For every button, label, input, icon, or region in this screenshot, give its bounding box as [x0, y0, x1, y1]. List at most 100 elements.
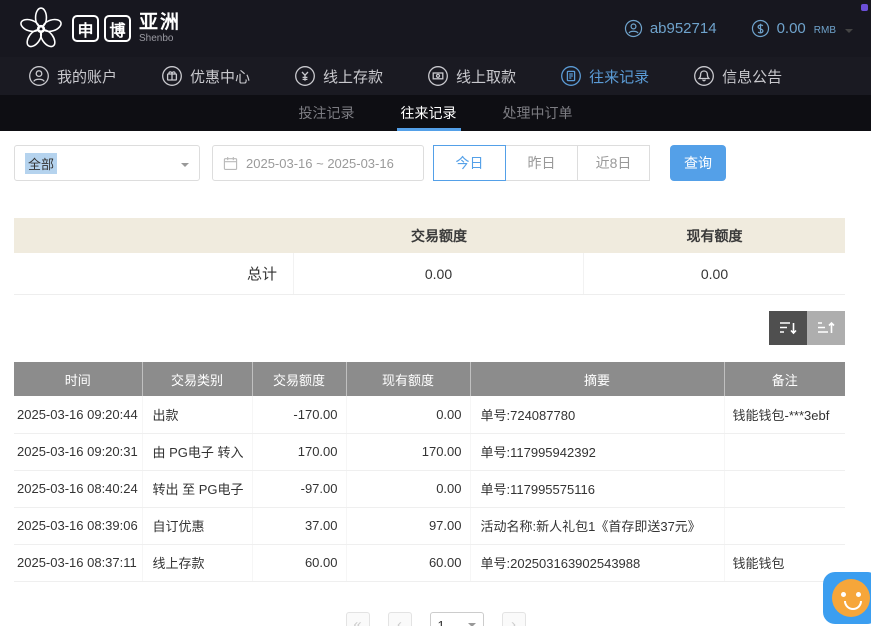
- cell-summary: 单号:117995942392: [470, 433, 724, 470]
- brand-char-2: 博: [104, 15, 131, 42]
- summary-total-row: 总计 0.00 0.00: [14, 253, 845, 295]
- sort-ascending-button[interactable]: [807, 311, 845, 345]
- nav-item-transaction-records[interactable]: 往来记录: [560, 65, 649, 87]
- records-header-row: 时间交易类别交易额度现有额度摘要备注: [14, 362, 845, 396]
- cell-amount: 37.00: [252, 507, 346, 544]
- cell-note: 钱能钱包-***3ebf: [724, 396, 845, 433]
- top-right-account-area: ab952714 0.00 RMB: [624, 19, 853, 38]
- first-page-button[interactable]: «: [346, 612, 370, 626]
- column-header-note: 备注: [724, 362, 845, 396]
- balance-amount: 0.00: [777, 20, 806, 37]
- account-menu[interactable]: ab952714: [624, 19, 717, 38]
- type-select[interactable]: 全部: [14, 145, 200, 181]
- column-header-amount: 交易额度: [252, 362, 346, 396]
- top-bar: 申 博 亚洲 Shenbo ab952714: [0, 0, 871, 57]
- records-body: 2025-03-16 09:20:44出款-170.000.00单号:72408…: [14, 396, 845, 581]
- summary-section: 交易额度 现有额度 总计 0.00 0.00: [14, 218, 845, 295]
- filter-bar: 全部 2025-03-16 ~ 2025-03-16 今日 昨日 近8日 查询: [14, 145, 726, 181]
- prev-page-button[interactable]: ‹: [388, 612, 412, 626]
- date-range-picker[interactable]: 2025-03-16 ~ 2025-03-16: [212, 145, 424, 181]
- cell-note: [724, 470, 845, 507]
- cell-summary: 单号:724087780: [470, 396, 724, 433]
- cell-balance: 170.00: [346, 433, 470, 470]
- nav-label: 线上存款: [323, 66, 383, 87]
- tab-transaction-records[interactable]: 往来记录: [391, 95, 467, 131]
- nav-label: 信息公告: [722, 66, 782, 87]
- cell-time: 2025-03-16 09:20:44: [14, 396, 142, 433]
- nav-label: 我的账户: [57, 66, 117, 87]
- cell-summary: 单号:117995575116: [470, 470, 724, 507]
- column-header-balance: 现有额度: [346, 362, 470, 396]
- cell-type: 由 PG电子 转入: [142, 433, 252, 470]
- chevron-down-icon: [181, 163, 189, 167]
- customer-service-chat-button[interactable]: [823, 572, 871, 624]
- username: ab952714: [650, 20, 717, 37]
- cell-time: 2025-03-16 09:20:31: [14, 433, 142, 470]
- cell-type: 自订优惠: [142, 507, 252, 544]
- tab-processing-orders[interactable]: 处理中订单: [493, 95, 583, 131]
- cell-amount: -170.00: [252, 396, 346, 433]
- subtab-label: 往来记录: [401, 103, 457, 123]
- brand-logo[interactable]: 申 博 亚洲 Shenbo: [18, 6, 181, 52]
- nav-item-announcements[interactable]: 信息公告: [693, 65, 782, 87]
- column-header-summary: 摘要: [470, 362, 724, 396]
- gift-icon: [161, 65, 183, 87]
- column-header-time: 时间: [14, 362, 142, 396]
- main-nav: 我的账户 优惠中心 线上存款: [0, 57, 871, 95]
- chevron-down-icon: [845, 29, 853, 33]
- nav-item-my-account[interactable]: 我的账户: [28, 65, 117, 87]
- brand-region: 亚洲: [139, 13, 181, 32]
- table-row: 2025-03-16 08:39:06自订优惠37.0097.00活动名称:新人…: [14, 507, 845, 544]
- balance-currency: RMB: [814, 25, 836, 36]
- chat-mascot-icon: [832, 579, 870, 617]
- cell-amount: 170.00: [252, 433, 346, 470]
- next-page-button[interactable]: ›: [502, 612, 526, 626]
- cell-summary: 活动名称:新人礼包1《首存即送37元》: [470, 507, 724, 544]
- cell-balance: 0.00: [346, 396, 470, 433]
- quick-date-group: 今日 昨日 近8日: [434, 145, 650, 181]
- nav-item-online-deposit[interactable]: 线上存款: [294, 65, 383, 87]
- summary-header-current-amount: 现有额度: [584, 218, 845, 253]
- date-range-value: 2025-03-16 ~ 2025-03-16: [246, 156, 394, 171]
- page-select-value: 1: [438, 618, 445, 626]
- cell-time: 2025-03-16 08:39:06: [14, 507, 142, 544]
- withdraw-icon: [427, 65, 449, 87]
- notification-dot: [861, 4, 868, 11]
- bell-icon: [693, 65, 715, 87]
- page-select[interactable]: 1: [430, 612, 484, 626]
- summary-total-label: 总计: [14, 253, 294, 294]
- today-button[interactable]: 今日: [433, 145, 506, 181]
- brand-text: 亚洲 Shenbo: [139, 13, 181, 44]
- summary-header-row: 交易额度 现有额度: [14, 218, 845, 253]
- summary-header-transaction-amount: 交易额度: [294, 218, 584, 253]
- tab-betting-records[interactable]: 投注记录: [289, 95, 365, 131]
- balance-menu[interactable]: 0.00 RMB: [751, 19, 853, 38]
- column-header-type: 交易类别: [142, 362, 252, 396]
- nav-item-online-withdrawal[interactable]: 线上取款: [427, 65, 516, 87]
- flower-logo-icon: [18, 6, 64, 52]
- deposit-icon: [294, 65, 316, 87]
- cell-type: 线上存款: [142, 544, 252, 581]
- nav-label: 往来记录: [589, 66, 649, 87]
- type-select-value: 全部: [25, 153, 57, 174]
- pagination: « ‹ 1 ›: [0, 612, 871, 626]
- nav-item-promotions[interactable]: 优惠中心: [161, 65, 250, 87]
- cell-time: 2025-03-16 08:40:24: [14, 470, 142, 507]
- last-8-days-button[interactable]: 近8日: [577, 145, 650, 181]
- cell-balance: 0.00: [346, 470, 470, 507]
- nav-label: 优惠中心: [190, 66, 250, 87]
- summary-total-transaction-amount: 0.00: [294, 253, 584, 294]
- brand-char-1: 申: [72, 15, 99, 42]
- table-row: 2025-03-16 08:40:24转出 至 PG电子-97.000.00单号…: [14, 470, 845, 507]
- transaction-records-page: 申 博 亚洲 Shenbo ab952714: [0, 0, 871, 626]
- user-icon: [624, 19, 643, 38]
- subtab-label: 处理中订单: [503, 103, 573, 123]
- yesterday-button[interactable]: 昨日: [505, 145, 578, 181]
- sort-descending-button[interactable]: [769, 311, 807, 345]
- table-row: 2025-03-16 08:37:11线上存款60.0060.00单号:2025…: [14, 544, 845, 581]
- records-table-wrap: 时间交易类别交易额度现有额度摘要备注 2025-03-16 09:20:44出款…: [14, 362, 845, 582]
- sub-nav: 投注记录 往来记录 处理中订单: [0, 95, 871, 131]
- cell-balance: 97.00: [346, 507, 470, 544]
- search-button[interactable]: 查询: [670, 145, 726, 181]
- summary-total-current-amount: 0.00: [584, 253, 845, 294]
